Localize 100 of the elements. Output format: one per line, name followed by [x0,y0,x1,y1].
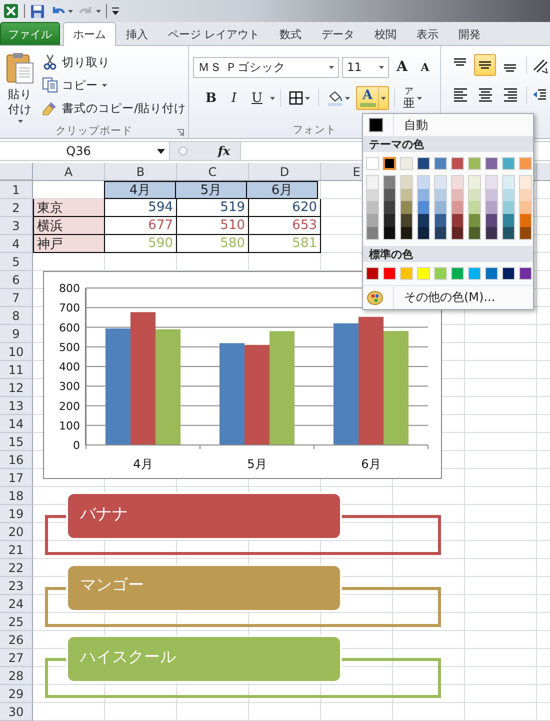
color-swatch[interactable] [485,267,498,280]
color-swatch[interactable] [520,226,531,240]
color-swatch[interactable] [451,267,464,280]
row-header[interactable]: 18 [0,487,33,505]
align-button[interactable] [474,54,496,76]
excel-logo-icon[interactable] [3,3,19,19]
row-header[interactable]: 8 [0,307,33,325]
file-tab[interactable]: ファイル [0,22,60,45]
color-swatch[interactable] [469,214,480,227]
customize-icon[interactable] [112,7,119,15]
column-header[interactable]: A [33,163,105,180]
color-swatch[interactable] [435,201,446,214]
color-swatch[interactable] [400,157,413,170]
color-swatch[interactable] [418,226,429,240]
ribbon-tab[interactable]: ホーム [63,22,116,46]
row-header[interactable]: 15 [0,433,33,451]
ribbon-tab[interactable]: ページ レイアウト [158,22,270,45]
clipboard-command[interactable]: 書式のコピー/貼り付け [40,98,188,118]
color-swatch[interactable] [485,157,498,170]
color-swatch[interactable] [401,226,412,240]
row-header[interactable]: 21 [0,541,33,559]
color-swatch[interactable] [468,157,481,170]
clipboard-command[interactable]: コピー [40,75,188,95]
ribbon-tab[interactable]: 挿入 [116,22,158,45]
color-swatch[interactable] [452,201,463,214]
color-swatch[interactable] [519,267,532,280]
color-swatch[interactable] [384,201,395,214]
color-swatch[interactable] [452,176,463,189]
splitter-handle-icon[interactable] [178,146,188,156]
more-colors-item[interactable]: その他の色(M)... [363,285,533,310]
row-header[interactable]: 2 [0,199,33,217]
color-swatch[interactable] [469,176,480,189]
italic-button[interactable]: I [224,87,244,109]
color-swatch[interactable] [469,226,480,240]
color-swatch[interactable] [367,214,378,227]
row-header[interactable]: 7 [0,289,33,307]
color-swatch[interactable] [417,157,430,170]
row-header[interactable]: 25 [0,613,33,631]
row-header[interactable]: 28 [0,667,33,685]
color-swatch[interactable] [503,226,514,240]
color-swatch[interactable] [520,188,531,202]
color-swatch[interactable] [417,267,430,280]
color-swatch[interactable] [435,214,446,227]
font-color-a[interactable]: A [357,87,378,109]
row-header[interactable]: 16 [0,451,33,469]
color-swatch[interactable] [401,188,412,202]
ribbon-tab[interactable]: 表示 [406,22,448,45]
color-swatch[interactable] [401,214,412,227]
ribbon-tab[interactable]: 校閲 [364,22,406,45]
color-swatch[interactable] [401,201,412,214]
color-swatch[interactable] [503,201,514,214]
color-swatch[interactable] [503,214,514,227]
color-swatch[interactable] [434,157,447,170]
select-all-corner[interactable] [0,163,33,180]
row-header[interactable]: 27 [0,649,33,667]
color-swatch[interactable] [502,157,515,170]
color-swatch[interactable] [486,226,497,240]
ribbon-tab[interactable]: 数式 [270,22,312,45]
font-name-field[interactable]: ＭＳ Ｐゴシック [193,56,339,78]
color-swatch[interactable] [452,226,463,240]
font-color-button[interactable]: A [356,86,389,110]
color-swatch[interactable] [418,201,429,214]
color-swatch[interactable] [434,267,447,280]
row-header[interactable]: 1 [0,181,33,199]
color-swatch[interactable] [383,157,396,170]
column-header[interactable]: C [177,163,249,180]
color-swatch[interactable] [486,201,497,214]
grow-font-button[interactable]: A [392,56,412,78]
automatic-color-item[interactable]: 自動 [363,114,533,136]
color-swatch[interactable] [401,176,412,189]
row-header[interactable]: 3 [0,217,33,235]
color-swatch[interactable] [486,214,497,227]
color-swatch[interactable] [435,176,446,189]
color-swatch[interactable] [469,188,480,202]
color-swatch[interactable] [502,267,515,280]
dialog-launcher-icon[interactable] [177,129,184,136]
color-swatch[interactable] [520,176,531,189]
caret-icon[interactable] [157,148,165,154]
color-swatch[interactable] [383,267,396,280]
color-swatch[interactable] [519,157,532,170]
font-size-field[interactable]: 11 [342,56,389,78]
shrink-font-button[interactable]: A [415,56,435,78]
color-swatch[interactable] [451,157,464,170]
color-swatch[interactable] [418,176,429,189]
bold-button[interactable]: B [201,87,221,109]
color-swatch[interactable] [435,188,446,202]
color-swatch[interactable] [468,267,481,280]
color-swatch[interactable] [384,176,395,189]
color-swatch[interactable] [400,267,413,280]
row-header[interactable]: 9 [0,325,33,343]
column-header[interactable]: D [249,163,321,180]
row-header[interactable]: 26 [0,631,33,649]
color-swatch[interactable] [503,176,514,189]
color-swatch[interactable] [367,188,378,202]
color-swatch[interactable] [367,176,378,189]
color-swatch[interactable] [418,214,429,227]
color-swatch[interactable] [367,226,378,240]
row-header[interactable]: 23 [0,577,33,595]
row-header[interactable]: 11 [0,361,33,379]
row-header[interactable]: 24 [0,595,33,613]
